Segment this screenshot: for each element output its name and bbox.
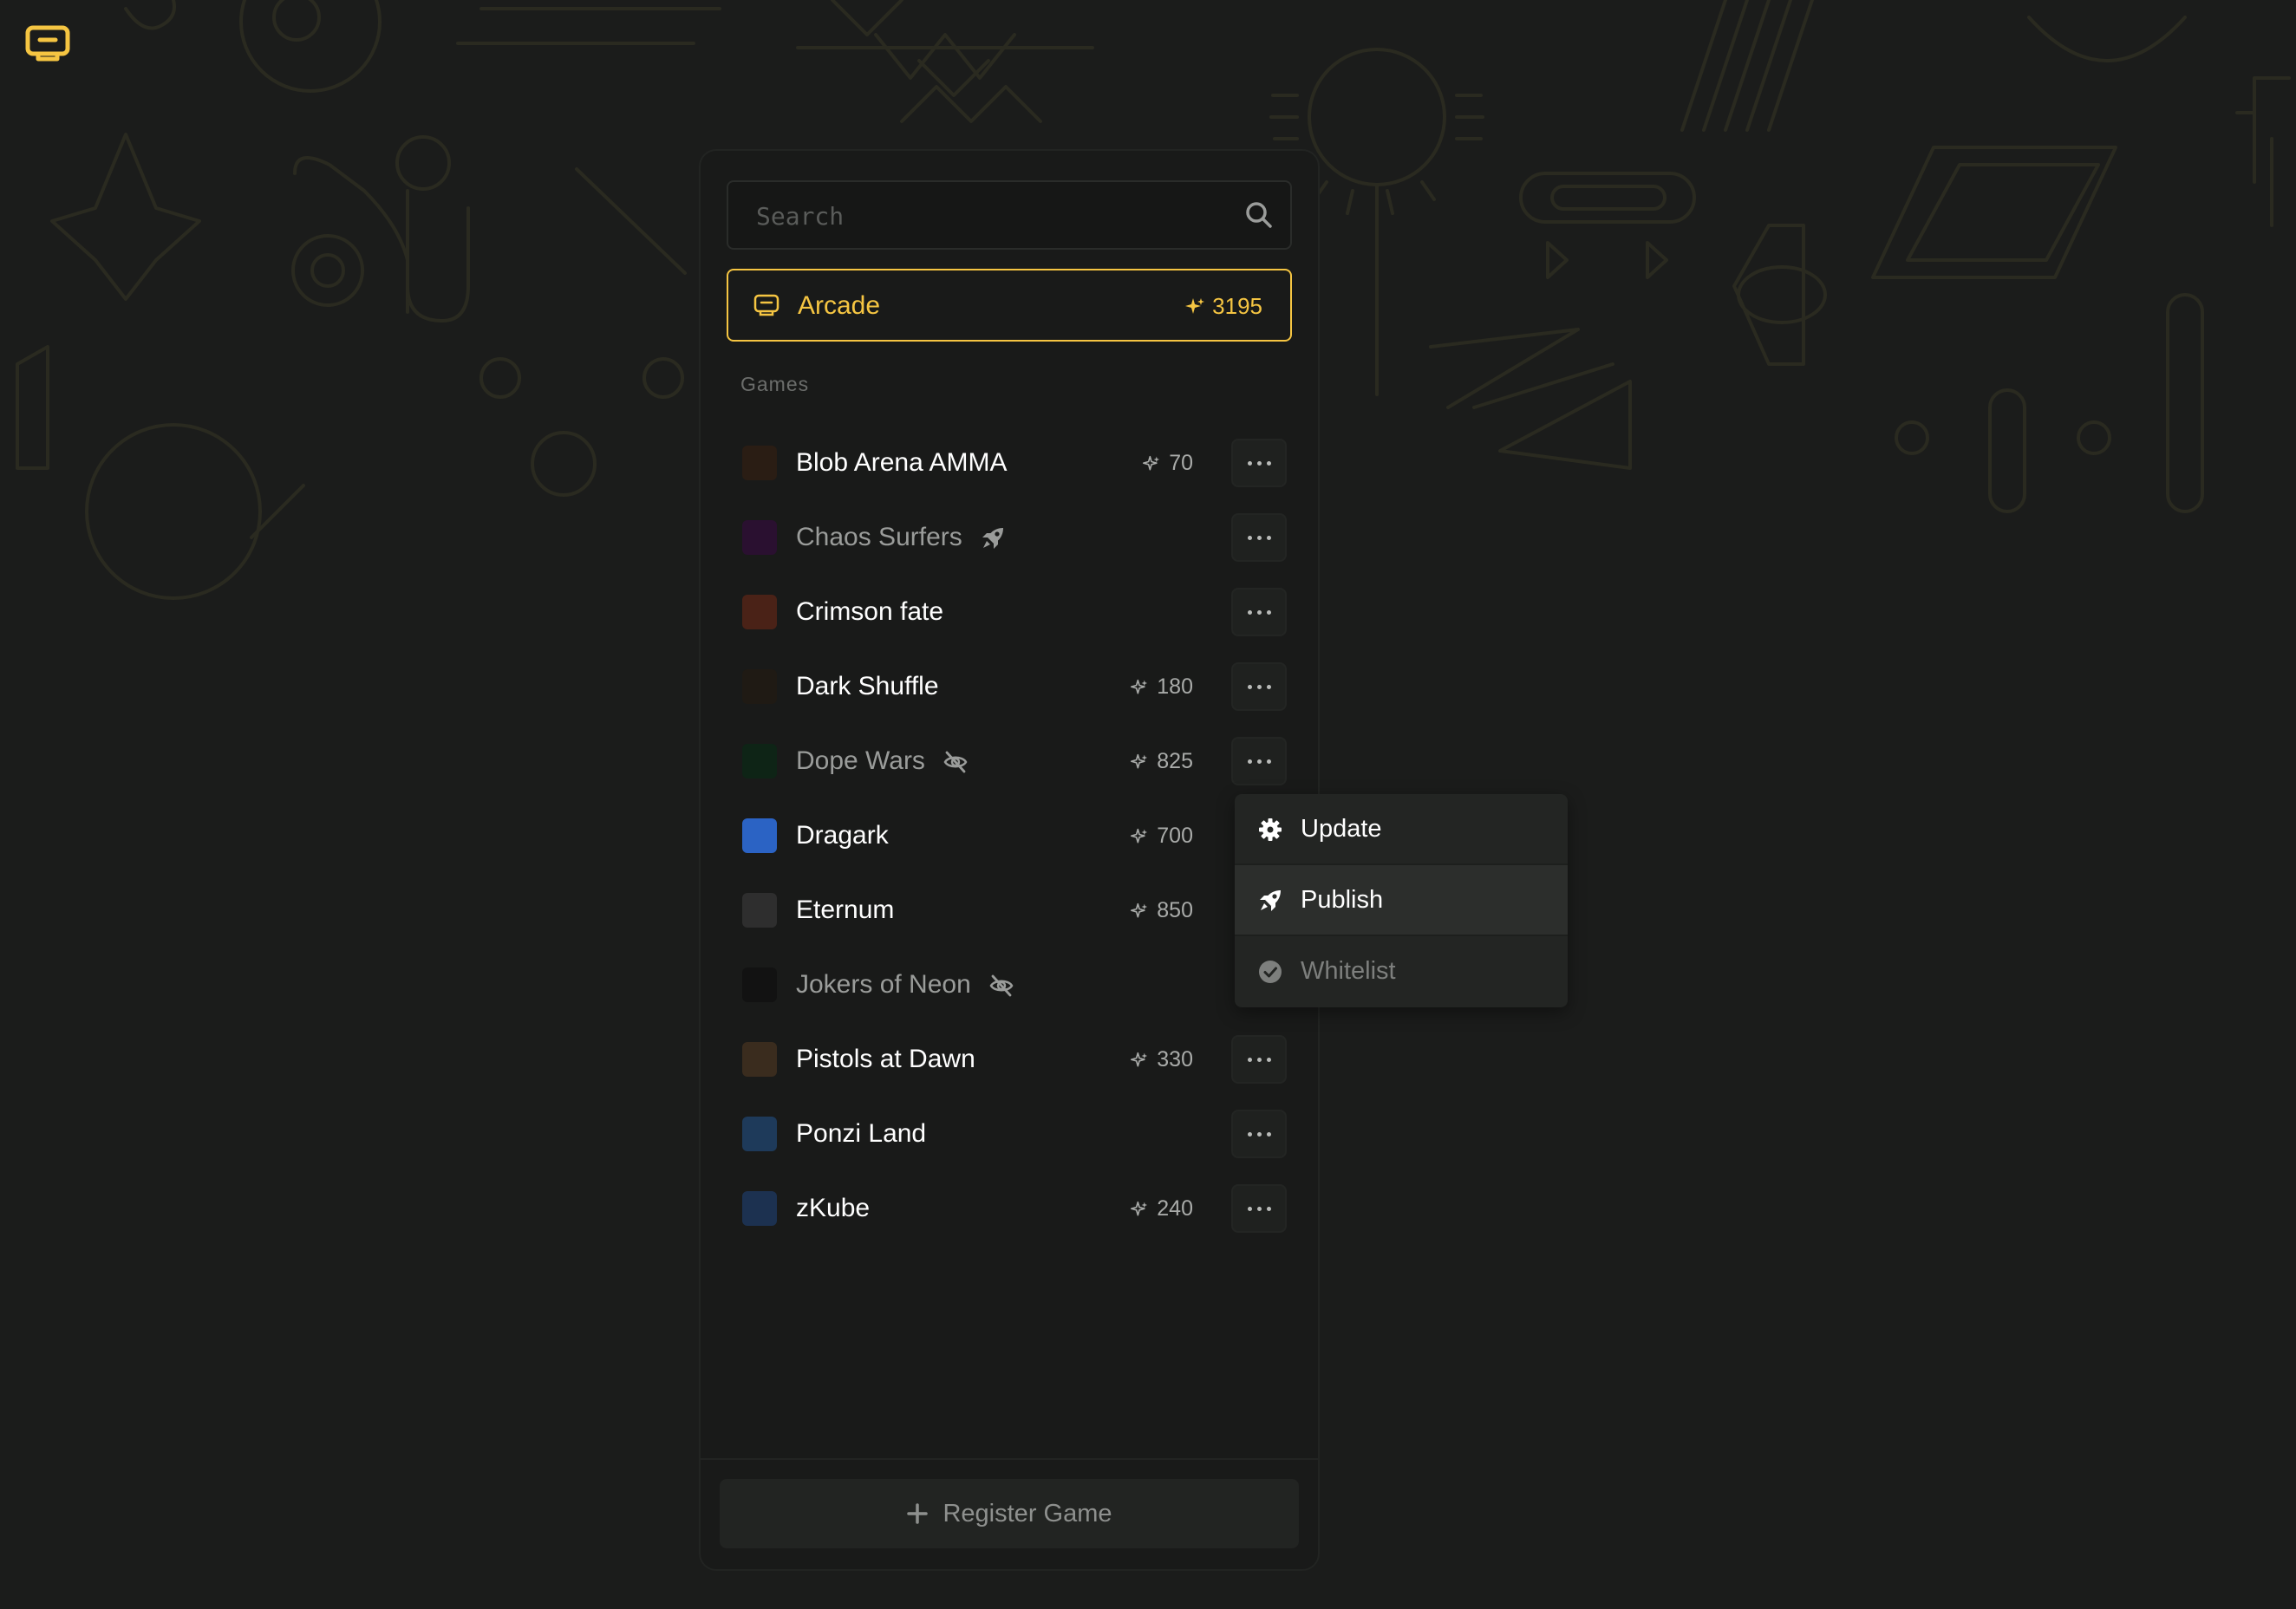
game-context-menu: Update Publish Whitelist [1235, 794, 1568, 1007]
game-thumbnail [742, 1191, 777, 1226]
more-options-button[interactable] [1231, 1110, 1287, 1158]
game-points-value: 825 [1157, 749, 1193, 773]
plus-icon [907, 1503, 929, 1524]
controller-icon [753, 294, 779, 316]
game-points-value: 180 [1157, 674, 1193, 699]
game-thumbnail [742, 669, 777, 704]
check-circle-icon [1259, 961, 1282, 983]
game-points: 180 [1131, 674, 1193, 700]
game-row[interactable]: zKube 240 [727, 1177, 1295, 1240]
sparkle-icon [1131, 1201, 1148, 1215]
game-row[interactable]: Jokers of Neon [727, 954, 1295, 1016]
game-points-value: 850 [1157, 898, 1193, 922]
menu-item-whitelist[interactable]: Whitelist [1235, 936, 1568, 1006]
game-row[interactable]: Crimson fate [727, 581, 1295, 643]
menu-item-label: Update [1301, 815, 1382, 843]
game-thumbnail [742, 744, 777, 778]
rocket-icon [980, 525, 1006, 551]
sparkle-icon [1143, 455, 1160, 470]
game-name: Dark Shuffle [796, 672, 939, 700]
game-name: Chaos Surfers [796, 523, 962, 551]
menu-item-label: Publish [1301, 886, 1384, 914]
more-options-button[interactable] [1231, 588, 1287, 636]
game-name: Dope Wars [796, 746, 925, 775]
footer-divider [701, 1458, 1318, 1460]
game-points: 70 [1143, 451, 1193, 476]
game-points: 825 [1131, 749, 1193, 774]
arcade-points: 3195 [1184, 293, 1262, 320]
register-game-button[interactable]: Register Game [720, 1479, 1299, 1548]
sparkle-icon [1131, 1052, 1148, 1066]
game-thumbnail [742, 1117, 777, 1151]
game-points: 330 [1131, 1047, 1193, 1072]
arcade-label: Arcade [798, 291, 881, 320]
game-thumbnail [742, 818, 777, 853]
menu-item-publish[interactable]: Publish [1235, 865, 1568, 935]
arcade-item[interactable]: Arcade 3195 [727, 269, 1292, 342]
sparkle-icon [1131, 679, 1148, 694]
game-name: Eternum [796, 896, 895, 924]
game-name: zKube [796, 1194, 871, 1222]
game-row[interactable]: Chaos Surfers [727, 506, 1295, 569]
arcade-points-value: 3195 [1212, 293, 1262, 319]
sparkle-icon [1185, 297, 1205, 314]
more-options-button[interactable] [1231, 737, 1287, 785]
game-row[interactable]: Dope Wars 825 [727, 730, 1295, 792]
game-points: 850 [1131, 898, 1193, 923]
game-points-value: 240 [1157, 1196, 1193, 1221]
gear-icon [1259, 818, 1282, 841]
game-name: Pistols at Dawn [796, 1045, 975, 1073]
game-name: Jokers of Neon [796, 970, 971, 999]
eye-off-icon [943, 749, 969, 775]
sparkle-icon [1131, 828, 1148, 843]
game-thumbnail [742, 893, 777, 928]
game-row[interactable]: Blob Arena AMMA 70 [727, 432, 1295, 494]
game-points: 700 [1131, 824, 1193, 849]
game-row[interactable]: Ponzi Land [727, 1103, 1295, 1165]
search-box[interactable] [727, 180, 1292, 250]
game-row[interactable]: Eternum 850 [727, 879, 1295, 941]
rocket-icon [1260, 890, 1281, 911]
game-name: Crimson fate [796, 597, 944, 626]
more-options-button[interactable] [1231, 662, 1287, 711]
sparkle-icon [1131, 753, 1148, 768]
game-row[interactable]: Pistols at Dawn 330 [727, 1028, 1295, 1091]
game-points: 240 [1131, 1196, 1193, 1221]
game-name: Dragark [796, 821, 889, 850]
game-row[interactable]: Dragark 700 [727, 804, 1295, 867]
game-row[interactable]: Dark Shuffle 180 [727, 655, 1295, 718]
search-input[interactable] [754, 182, 1226, 250]
more-options-button[interactable] [1231, 1184, 1287, 1233]
game-thumbnail [742, 1042, 777, 1077]
game-points-value: 70 [1169, 451, 1193, 475]
more-options-button[interactable] [1231, 513, 1287, 562]
games-panel: Arcade 3195 Games Blob Arena AMMA 70 Chaos… [699, 149, 1320, 1571]
game-name: Ponzi Land [796, 1119, 927, 1148]
sparkle-icon [1131, 902, 1148, 917]
search-icon[interactable] [1243, 199, 1275, 231]
game-name: Blob Arena AMMA [796, 448, 1008, 477]
game-thumbnail [742, 967, 777, 1002]
register-game-label: Register Game [943, 1499, 1112, 1528]
menu-item-update[interactable]: Update [1235, 794, 1568, 863]
controller-icon[interactable] [24, 23, 73, 66]
more-options-button[interactable] [1231, 1035, 1287, 1084]
game-points-value: 700 [1157, 824, 1193, 848]
game-thumbnail [742, 520, 777, 555]
menu-item-label: Whitelist [1301, 957, 1396, 985]
more-options-button[interactable] [1231, 439, 1287, 487]
games-section-label: Games [740, 373, 810, 395]
game-thumbnail [742, 595, 777, 629]
eye-off-icon [988, 973, 1014, 999]
game-thumbnail [742, 446, 777, 480]
game-points-value: 330 [1157, 1047, 1193, 1072]
